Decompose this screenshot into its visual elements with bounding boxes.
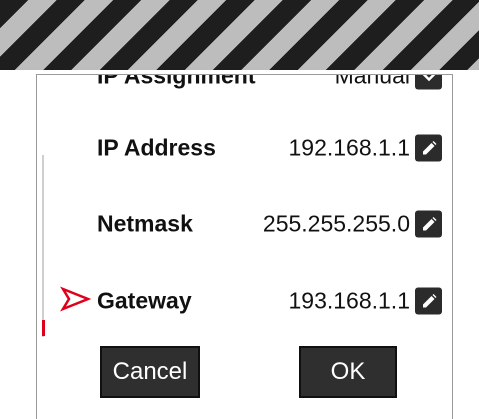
edit-button[interactable]	[415, 210, 442, 238]
arrow-right-icon	[60, 286, 92, 312]
pencil-icon	[422, 140, 436, 154]
field-value: 193.168.1.1	[288, 287, 410, 314]
field-label: Netmask	[97, 210, 193, 237]
field-value: 192.168.1.1	[288, 134, 410, 161]
field-value: Manual	[334, 74, 410, 89]
hazard-stripe-header	[0, 0, 479, 70]
ok-button[interactable]: OK	[299, 346, 397, 398]
pencil-icon	[422, 216, 436, 230]
field-row-netmask: Netmask 255.255.255.0	[37, 199, 452, 249]
cancel-button[interactable]: Cancel	[100, 346, 200, 398]
chevron-down-icon	[422, 75, 435, 81]
field-row-gateway: Gateway 193.168.1.1	[37, 276, 452, 326]
scrollbar-thumb[interactable]	[42, 320, 45, 336]
dropdown-button[interactable]	[415, 75, 442, 90]
field-row-ip-assignment: IP Assignment Manual	[37, 74, 452, 101]
edit-button[interactable]	[415, 134, 442, 162]
field-label: Gateway	[97, 287, 192, 314]
field-label: IP Address	[97, 134, 216, 161]
field-value: 255.255.255.0	[262, 210, 410, 237]
scrollbar-track[interactable]	[42, 155, 44, 337]
edit-button[interactable]	[415, 287, 442, 315]
field-label: IP Assignment	[97, 74, 256, 89]
pencil-icon	[422, 293, 436, 307]
field-row-ip-address: IP Address 192.168.1.1	[37, 123, 452, 173]
